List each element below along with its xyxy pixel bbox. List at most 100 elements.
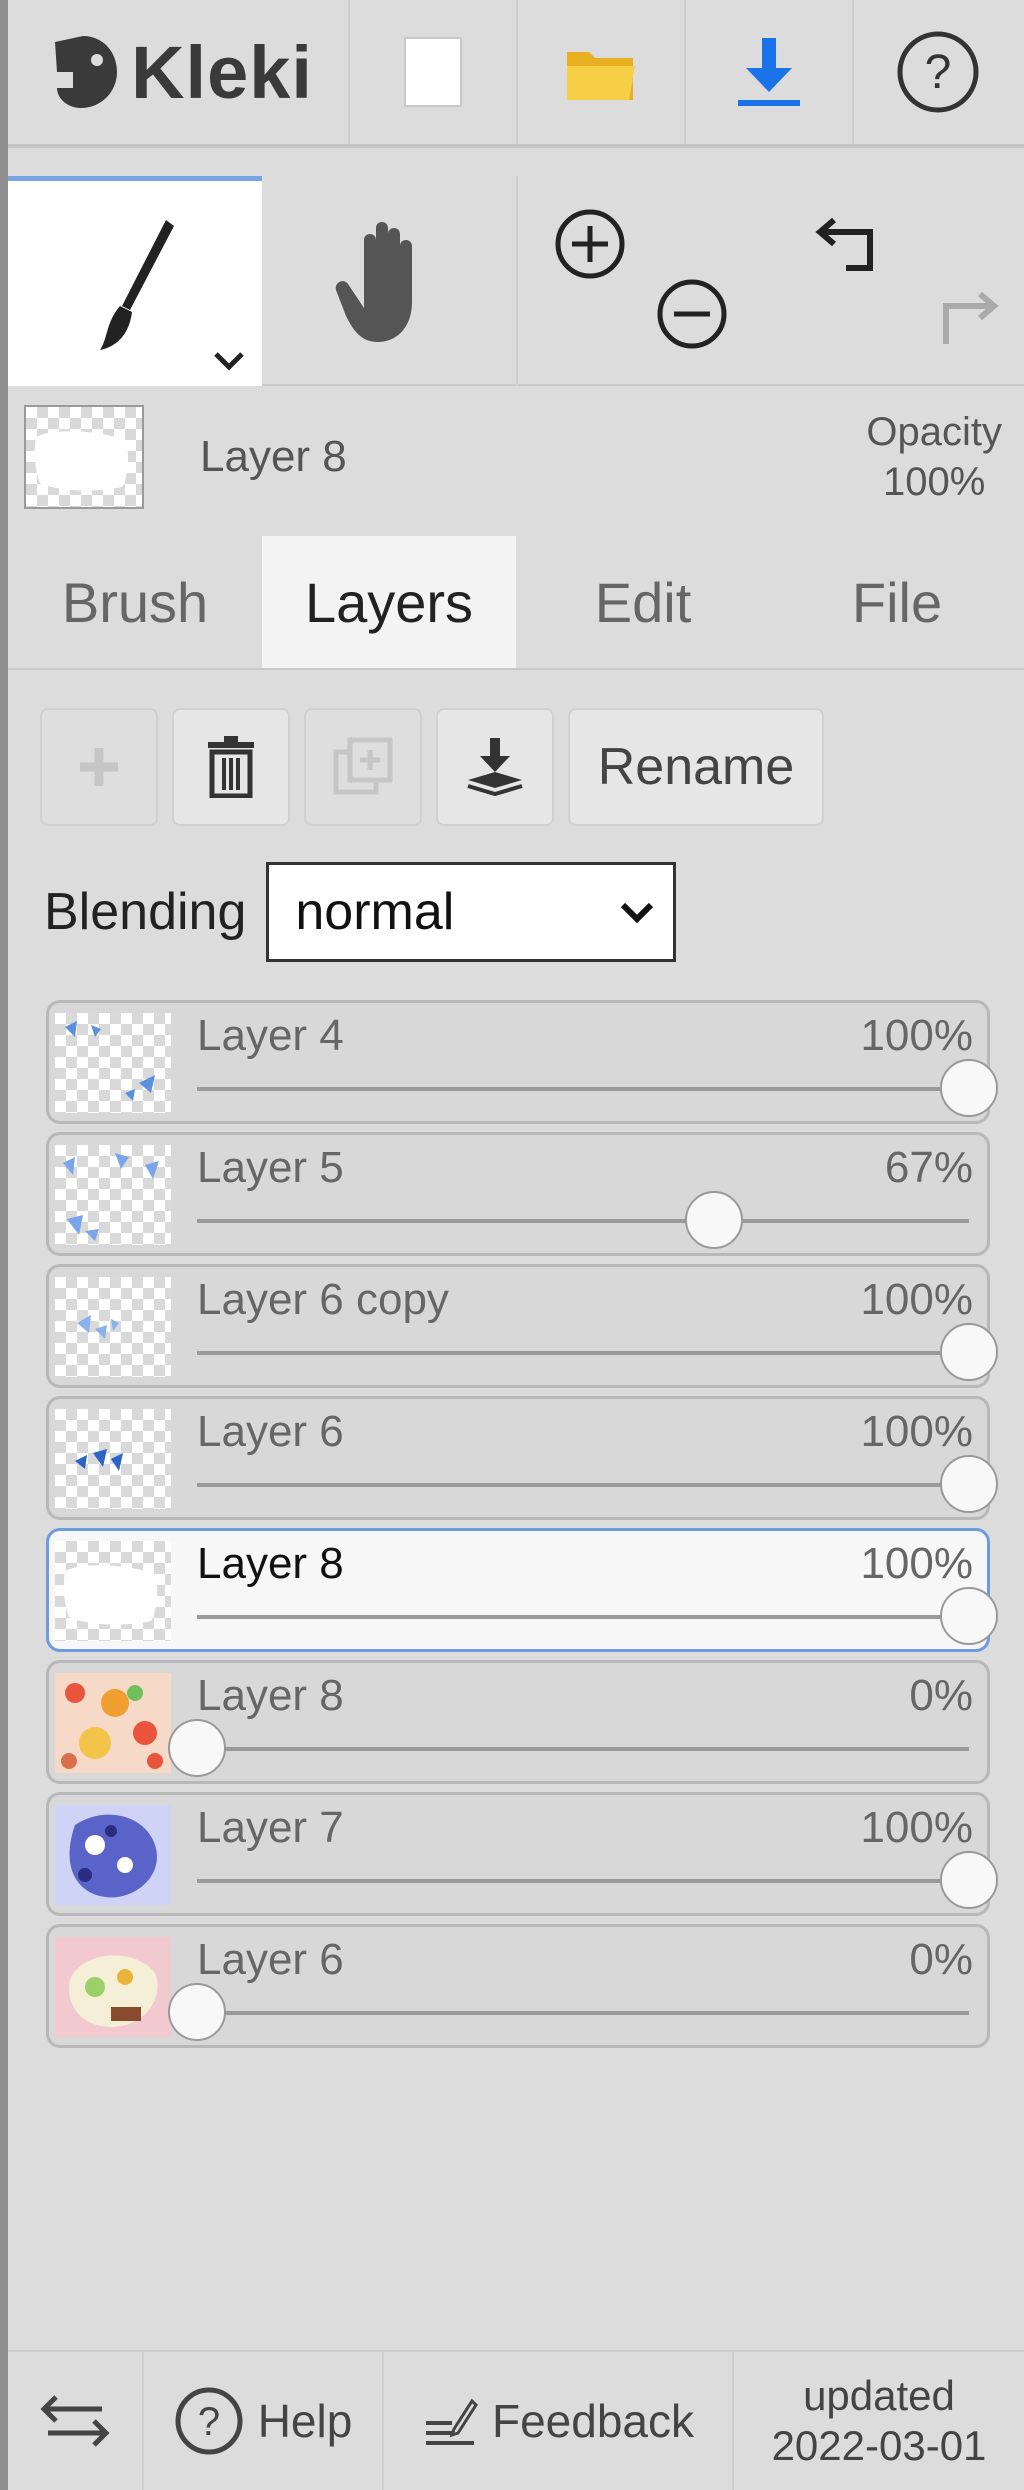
tab-file[interactable]: File (770, 536, 1024, 668)
layer-item[interactable]: Layer 8 0% (46, 1660, 990, 1784)
layer-item-selected[interactable]: Layer 8 100% (46, 1528, 998, 1652)
opacity-slider[interactable] (197, 1587, 998, 1645)
blending-label: Blending (44, 883, 247, 941)
layer-thumbnail (55, 1013, 171, 1113)
opacity-slider-knob[interactable] (940, 1587, 998, 1645)
layer-item[interactable]: Layer 5 67% (46, 1132, 990, 1256)
hand-icon (335, 222, 412, 342)
tool-row (8, 176, 1024, 386)
layer-thumbnail (55, 1277, 171, 1377)
layer-opacity: 100% (860, 1011, 973, 1060)
opacity-slider-knob[interactable] (940, 1059, 998, 1117)
layer-name: Layer 6 copy (197, 1275, 449, 1324)
layer-item[interactable]: Layer 7 100% (46, 1792, 998, 1916)
open-file-button[interactable] (518, 0, 686, 144)
top-bar: Kleki ? (8, 0, 1024, 148)
hand-tool-button[interactable] (262, 176, 518, 386)
layer-opacity: 67% (884, 1143, 973, 1192)
tab-brush[interactable]: Brush (8, 536, 262, 668)
layer-list: Layer 4 100% Layer 5 67% Layer 6 copy 10… (46, 1000, 998, 2056)
tab-edit[interactable]: Edit (516, 536, 770, 668)
redo-icon[interactable] (932, 282, 1002, 352)
layer-name: Layer 4 (197, 1011, 344, 1060)
layer-actions: Rename (40, 708, 824, 826)
updated-date: 2022-03-01 (771, 2422, 987, 2469)
feedback-label: Feedback (491, 2395, 694, 2447)
layer-opacity: 100% (860, 1275, 973, 1324)
changelog-link[interactable]: updated 2022-03-01 (734, 2352, 1024, 2490)
swap-icon (40, 2395, 110, 2447)
layer-item[interactable]: Layer 6 0% (46, 1924, 990, 2048)
duplicate-layer-button[interactable] (304, 708, 422, 826)
opacity-slider-knob[interactable] (168, 1983, 226, 2041)
svg-text:?: ? (925, 46, 952, 99)
blending-value: normal (295, 883, 455, 941)
delete-layer-button[interactable] (172, 708, 290, 826)
brush-icon (100, 219, 174, 350)
opacity-slider[interactable] (168, 1983, 969, 2041)
zoom-in-icon[interactable] (552, 206, 628, 282)
app-logo[interactable]: Kleki (8, 0, 350, 144)
opacity-slider-knob[interactable] (168, 1719, 226, 1777)
help-button[interactable]: ? (854, 0, 1022, 144)
help-icon: ? (175, 2387, 243, 2455)
opacity-slider[interactable] (197, 1191, 969, 1249)
kleki-logo-icon (55, 36, 118, 108)
layer-name: Layer 6 (197, 1935, 344, 1984)
updated-label: updated (803, 2372, 955, 2419)
opacity-slider-knob[interactable] (940, 1455, 998, 1513)
opacity-slider[interactable] (197, 1455, 998, 1513)
panel-edge (0, 0, 8, 2490)
folder-icon (567, 52, 635, 100)
help-link[interactable]: ? Help (144, 2352, 384, 2490)
layer-name: Layer 8 (197, 1671, 344, 1720)
layer-opacity: 0% (909, 1671, 973, 1720)
plus-icon (80, 748, 118, 786)
layer-thumbnail (55, 1409, 171, 1509)
merge-down-button[interactable] (436, 708, 554, 826)
zoom-controls (518, 176, 772, 386)
layer-name: Layer 7 (197, 1803, 344, 1852)
save-button[interactable] (686, 0, 854, 144)
layer-thumbnail (55, 1541, 171, 1641)
layer-opacity: 0% (909, 1935, 973, 1984)
layer-thumbnail (55, 1805, 171, 1905)
merge-down-icon (467, 738, 523, 797)
swap-side-button[interactable] (8, 2352, 144, 2490)
add-layer-button[interactable] (40, 708, 158, 826)
opacity-slider[interactable] (197, 1851, 998, 1909)
chevron-down-icon (621, 902, 654, 924)
brush-tool-button[interactable] (8, 176, 262, 386)
feedback-icon (425, 2398, 478, 2445)
current-layer-preview: Layer 8 Opacity 100% (8, 386, 1024, 528)
opacity-slider[interactable] (197, 1059, 998, 1117)
footer-bar: ? Help Feedback updated 2022-03-01 (8, 2350, 1024, 2490)
opacity-slider[interactable] (197, 1323, 998, 1381)
current-layer-opacity: Opacity 100% (866, 407, 1002, 507)
help-icon: ? (897, 31, 979, 113)
layer-thumbnail (55, 1673, 171, 1773)
layer-opacity: 100% (860, 1407, 973, 1456)
opacity-value: 100% (883, 460, 986, 504)
tab-layers[interactable]: Layers (262, 536, 516, 668)
help-label: Help (257, 2395, 353, 2447)
history-controls (772, 176, 1024, 386)
layer-name: Layer 8 (197, 1539, 344, 1588)
feedback-link[interactable]: Feedback (384, 2352, 734, 2490)
blending-select[interactable]: normal (266, 862, 677, 962)
duplicate-icon (333, 737, 393, 795)
opacity-slider-knob[interactable] (940, 1323, 998, 1381)
layer-item[interactable]: Layer 6 copy 100% (46, 1264, 998, 1388)
opacity-label: Opacity (866, 410, 1002, 454)
opacity-slider[interactable] (168, 1719, 969, 1777)
chevron-down-icon[interactable] (212, 350, 246, 372)
current-layer-thumbnail (24, 405, 144, 509)
layer-item[interactable]: Layer 6 100% (46, 1396, 998, 1520)
opacity-slider-knob[interactable] (940, 1851, 998, 1909)
zoom-out-icon[interactable] (654, 276, 730, 352)
new-image-button[interactable] (350, 0, 518, 144)
layer-item[interactable]: Layer 4 100% (46, 1000, 998, 1124)
rename-layer-button[interactable]: Rename (568, 708, 824, 826)
undo-icon[interactable] (812, 208, 882, 278)
opacity-slider-knob[interactable] (685, 1191, 744, 1249)
